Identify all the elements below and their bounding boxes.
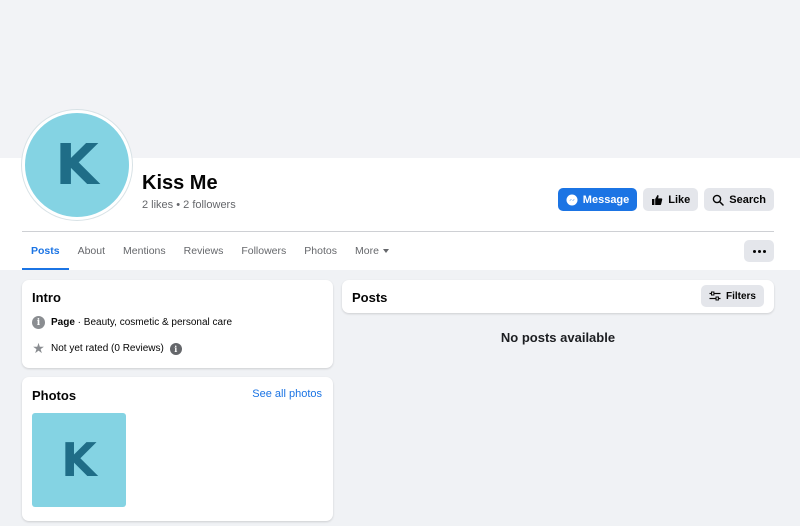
page-stats: 2 likes • 2 followers	[142, 199, 236, 211]
tab-about[interactable]: About	[69, 232, 114, 270]
filters-button[interactable]: Filters	[700, 285, 764, 307]
filters-icon	[709, 291, 721, 301]
ellipsis-icon	[752, 249, 756, 253]
caret-down-icon	[382, 249, 389, 253]
tab-more-label: More	[354, 245, 379, 257]
photo-thumbnail[interactable]: K	[32, 413, 126, 507]
intro-rating: Not yet rated (0 Reviews)	[51, 343, 164, 354]
profile-tabs: Posts About Mentions Reviews Followers P…	[22, 232, 398, 270]
intro-card: Intro i Page · Beauty, cosmetic & person…	[22, 280, 333, 368]
search-icon	[712, 194, 725, 206]
tab-more[interactable]: More	[346, 232, 398, 270]
ellipsis-dot	[757, 249, 761, 253]
intro-category-prefix: Page	[51, 317, 75, 328]
empty-posts-message: No posts available	[500, 330, 616, 345]
tab-followers[interactable]: Followers	[232, 232, 295, 270]
more-options-button[interactable]	[744, 240, 774, 262]
messenger-icon	[566, 194, 578, 206]
message-label: Message	[582, 193, 630, 206]
avatar[interactable]: K	[22, 110, 132, 220]
tab-reviews[interactable]: Reviews	[175, 232, 233, 270]
intro-title: Intro	[32, 290, 61, 305]
see-all-photos-link[interactable]: See all photos	[252, 388, 322, 400]
intro-category-row: i Page · Beauty, cosmetic & personal car…	[32, 316, 232, 329]
intro-rating-row: ★ Not yet rated (0 Reviews) i	[32, 340, 182, 356]
intro-category-text: · Beauty, cosmetic & personal care	[74, 317, 233, 328]
tab-posts[interactable]: Posts	[22, 232, 69, 270]
tab-mentions[interactable]: Mentions	[114, 232, 175, 270]
search-label: Search	[729, 193, 766, 206]
star-icon: ★	[32, 340, 45, 356]
posts-card: Posts Filters	[342, 280, 774, 313]
thumbs-up-icon	[651, 194, 663, 206]
search-button[interactable]: Search	[704, 188, 774, 211]
action-buttons: Message Like Search	[557, 188, 774, 211]
page-title: Kiss Me	[142, 172, 218, 194]
filters-label: Filters	[725, 290, 756, 302]
like-button[interactable]: Like	[643, 188, 699, 211]
message-button[interactable]: Message	[557, 188, 638, 211]
posts-title: Posts	[352, 290, 388, 305]
rating-info-icon[interactable]: i	[169, 342, 182, 355]
tab-photos[interactable]: Photos	[295, 232, 346, 270]
photos-title: Photos	[32, 388, 77, 403]
intro-category: Page · Beauty, cosmetic & personal care	[51, 317, 232, 328]
photos-card: Photos See all photos K	[22, 377, 333, 521]
ellipsis-dot	[762, 249, 766, 253]
info-icon: i	[32, 316, 45, 329]
like-label: Like	[668, 193, 691, 206]
